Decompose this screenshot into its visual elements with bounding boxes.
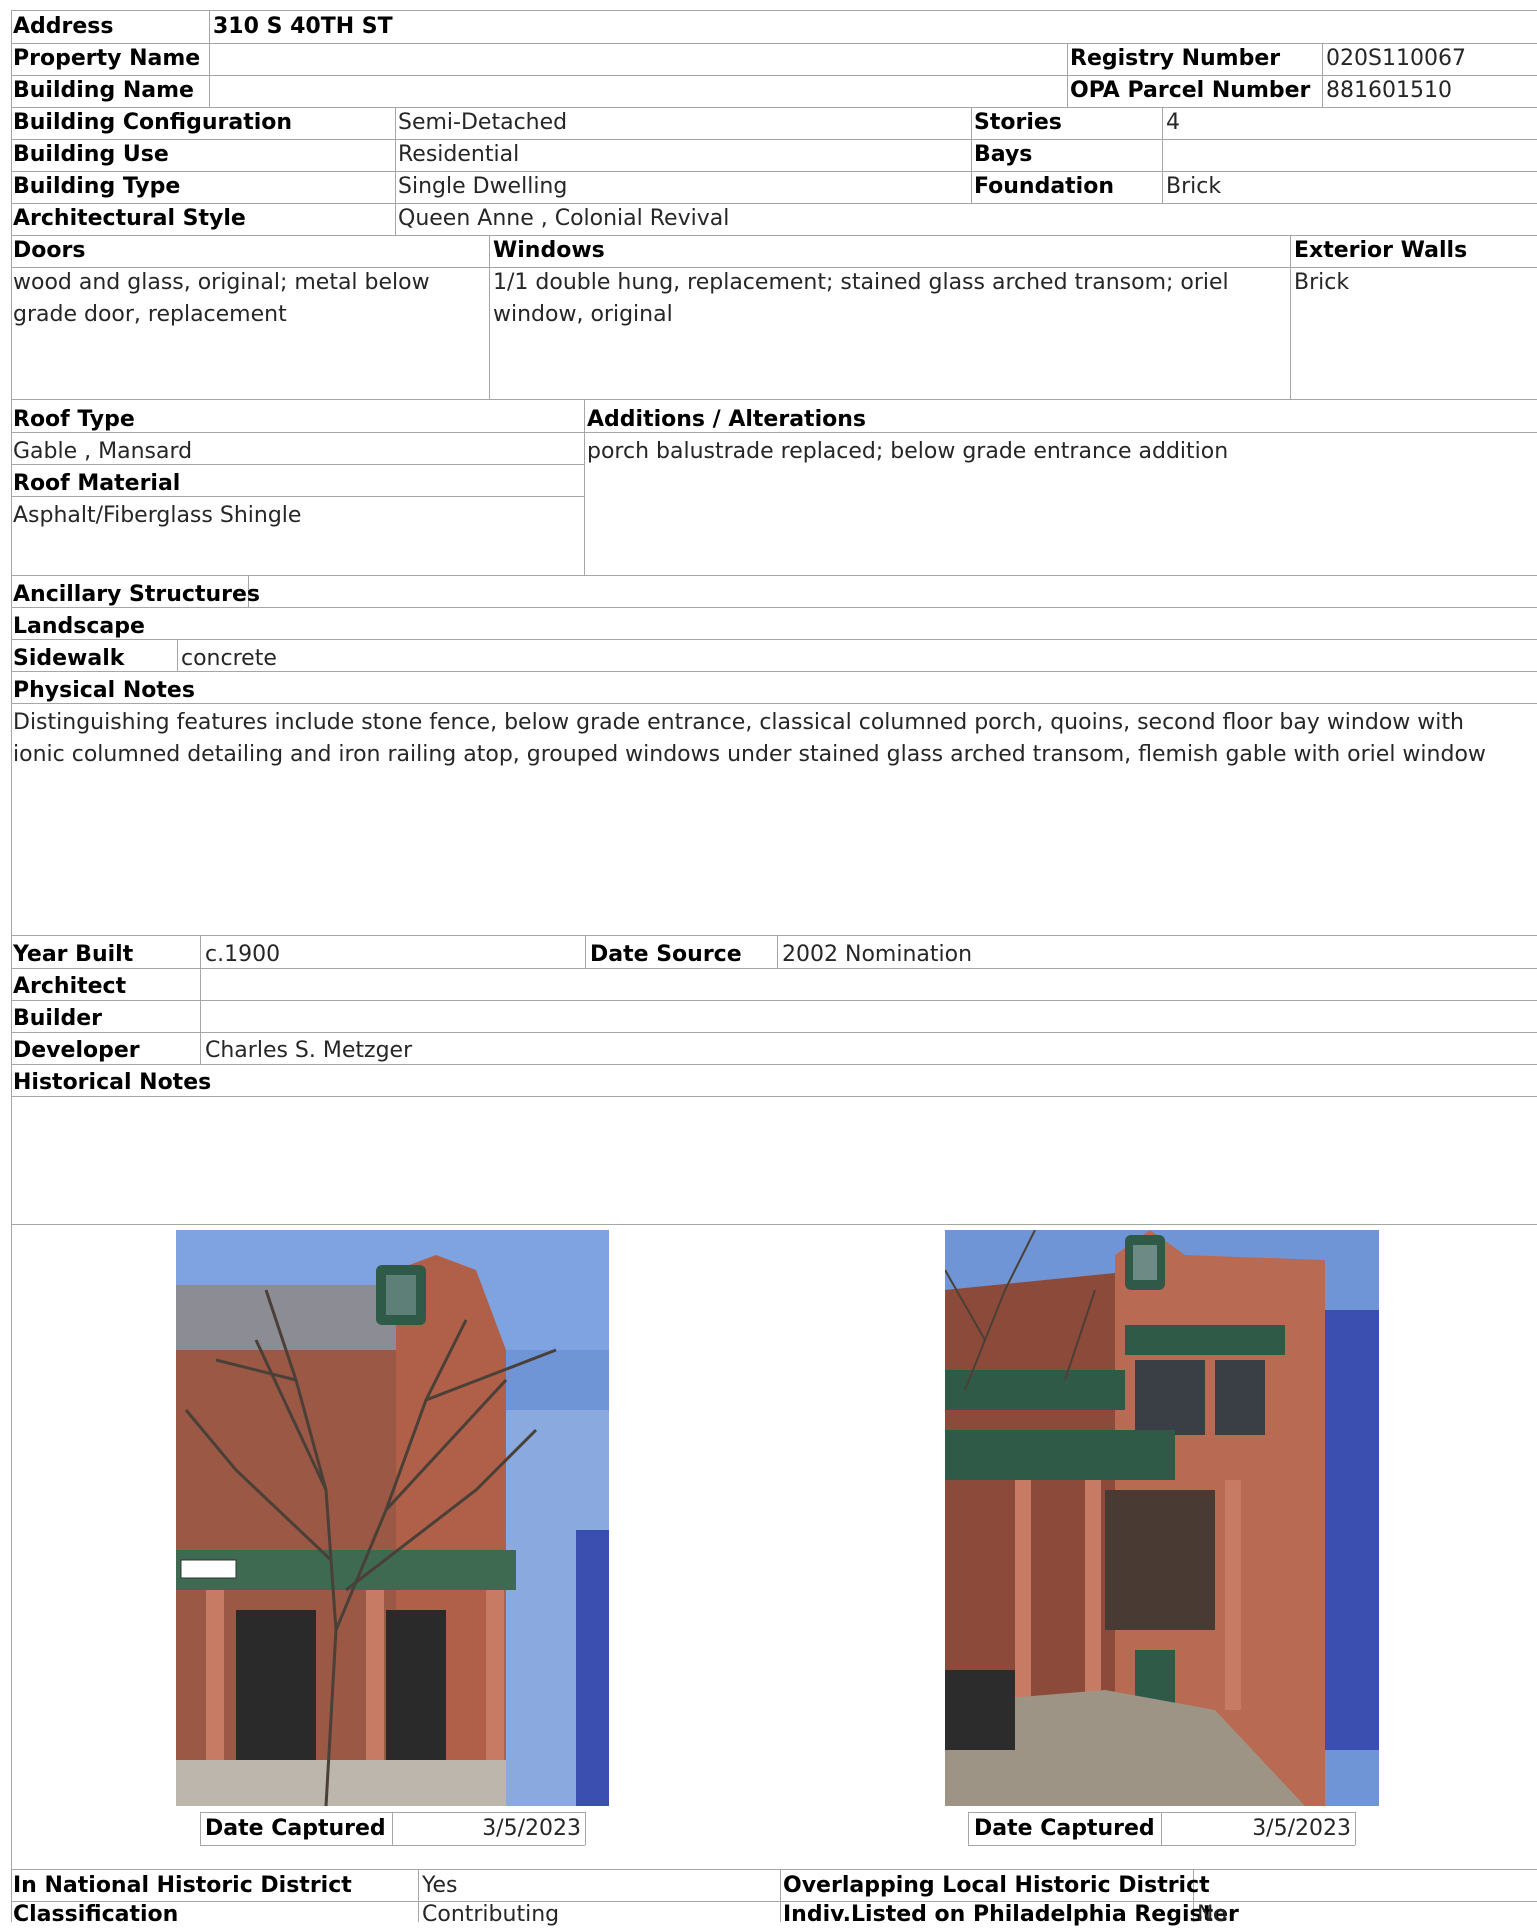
property-record-sheet: Address 310 S 40TH ST Property Name Regi… bbox=[0, 0, 1537, 1927]
caption-line bbox=[200, 1845, 585, 1846]
caption-line bbox=[1161, 1812, 1162, 1845]
col-line bbox=[1162, 107, 1163, 203]
col-line bbox=[584, 399, 585, 575]
national-district-value: Yes bbox=[422, 1873, 458, 1898]
col-line bbox=[177, 639, 178, 671]
building-configuration-label: Building Configuration bbox=[13, 110, 293, 135]
caption-line bbox=[968, 1812, 969, 1845]
row-line bbox=[11, 171, 1537, 172]
row-line bbox=[11, 139, 1537, 140]
registry-number-label: Registry Number bbox=[1070, 46, 1281, 71]
property-name-label: Property Name bbox=[13, 46, 201, 71]
caption-line bbox=[968, 1845, 1355, 1846]
col-line bbox=[780, 1869, 781, 1922]
registry-number-value: 020S110067 bbox=[1326, 46, 1466, 71]
doors-label: Doors bbox=[13, 238, 86, 263]
year-built-label: Year Built bbox=[13, 942, 134, 967]
sidewalk-label: Sidewalk bbox=[13, 646, 125, 671]
row-line bbox=[11, 703, 1537, 704]
developer-label: Developer bbox=[13, 1038, 140, 1063]
roof-type-label: Roof Type bbox=[13, 407, 135, 432]
photo-2-date-label: Date Captured bbox=[974, 1816, 1155, 1841]
building-photo-front bbox=[176, 1230, 609, 1806]
doors-value: wood and glass, original; metal below gr… bbox=[13, 270, 430, 327]
row-line bbox=[11, 1000, 1537, 1001]
caption-line bbox=[200, 1812, 201, 1845]
row-line bbox=[11, 399, 1537, 400]
foundation-value: Brick bbox=[1166, 174, 1222, 199]
physical-notes-value: Distinguishing features include stone fe… bbox=[13, 710, 1486, 767]
col-line bbox=[1067, 43, 1068, 107]
phila-register-label: Indiv.Listed on Philadelphia Register bbox=[783, 1902, 1239, 1927]
opa-parcel-label: OPA Parcel Number bbox=[1070, 78, 1311, 103]
historical-notes-label: Historical Notes bbox=[13, 1070, 212, 1095]
caption-line bbox=[1355, 1812, 1356, 1845]
row-line bbox=[11, 639, 1537, 640]
col-line bbox=[777, 935, 778, 968]
outer-left-border bbox=[11, 10, 12, 1922]
building-use-label: Building Use bbox=[13, 142, 169, 167]
opa-parcel-value: 881601510 bbox=[1326, 78, 1452, 103]
roof-type-value: Gable , Mansard bbox=[13, 439, 193, 464]
phila-register-value: No bbox=[1197, 1902, 1227, 1927]
building-type-label: Building Type bbox=[13, 174, 181, 199]
date-source-value: 2002 Nomination bbox=[782, 942, 973, 967]
building-name-label: Building Name bbox=[13, 78, 194, 103]
roof-material-label: Roof Material bbox=[13, 471, 181, 496]
col-line bbox=[395, 107, 396, 235]
col-line bbox=[489, 235, 490, 399]
architectural-style-label: Architectural Style bbox=[13, 206, 246, 231]
col-line bbox=[971, 107, 972, 203]
photo-2-date-value: 3/5/2023 bbox=[1252, 1816, 1351, 1841]
row-line bbox=[11, 1224, 1537, 1225]
roof-material-value: Asphalt/Fiberglass Shingle bbox=[13, 503, 302, 528]
physical-notes-label: Physical Notes bbox=[13, 678, 195, 703]
date-source-label: Date Source bbox=[590, 942, 742, 967]
classification-value: Contributing bbox=[422, 1902, 560, 1927]
stories-value: 4 bbox=[1166, 110, 1180, 135]
exterior-walls-value: Brick bbox=[1294, 270, 1350, 295]
row-line bbox=[11, 1032, 1537, 1033]
developer-value: Charles S. Metzger bbox=[205, 1038, 413, 1063]
building-type-value: Single Dwelling bbox=[398, 174, 568, 199]
landscape-label: Landscape bbox=[13, 614, 145, 639]
col-line bbox=[209, 10, 210, 107]
address-label: Address bbox=[13, 14, 114, 39]
architectural-style-value: Queen Anne , Colonial Revival bbox=[398, 206, 730, 231]
windows-label: Windows bbox=[493, 238, 605, 263]
ancillary-structures-label: Ancillary Structures bbox=[13, 582, 261, 607]
photo-1-date-value: 3/5/2023 bbox=[482, 1816, 581, 1841]
bays-label: Bays bbox=[974, 142, 1033, 167]
additions-label: Additions / Alterations bbox=[587, 407, 866, 432]
col-line bbox=[585, 935, 586, 968]
col-line bbox=[200, 935, 201, 1064]
row-line bbox=[11, 43, 1537, 44]
address-value: 310 S 40TH ST bbox=[213, 14, 393, 39]
building-photo-angle bbox=[945, 1230, 1379, 1806]
windows-value: 1/1 double hung, replacement; stained gl… bbox=[493, 270, 1229, 327]
col-line bbox=[1290, 235, 1291, 399]
col-line bbox=[418, 1869, 419, 1922]
national-district-label: In National Historic District bbox=[13, 1873, 352, 1898]
caption-line bbox=[585, 1812, 586, 1845]
foundation-label: Foundation bbox=[974, 174, 1115, 199]
builder-label: Builder bbox=[13, 1006, 103, 1031]
sidewalk-value: concrete bbox=[181, 646, 277, 671]
row-line bbox=[11, 935, 1537, 936]
local-district-label: Overlapping Local Historic District bbox=[783, 1873, 1210, 1898]
building-configuration-value: Semi-Detached bbox=[398, 110, 568, 135]
photo-1-date-label: Date Captured bbox=[205, 1816, 386, 1841]
exterior-walls-label: Exterior Walls bbox=[1294, 238, 1468, 263]
year-built-value: c.1900 bbox=[205, 942, 281, 967]
row-line bbox=[11, 575, 1537, 576]
classification-label: Classification bbox=[13, 1902, 179, 1927]
stories-label: Stories bbox=[974, 110, 1062, 135]
additions-value: porch balustrade replaced; below grade e… bbox=[587, 439, 1229, 464]
col-line bbox=[1322, 43, 1323, 107]
architect-label: Architect bbox=[13, 974, 127, 999]
caption-line bbox=[392, 1812, 393, 1845]
building-use-value: Residential bbox=[398, 142, 520, 167]
row-line bbox=[11, 1096, 1537, 1097]
